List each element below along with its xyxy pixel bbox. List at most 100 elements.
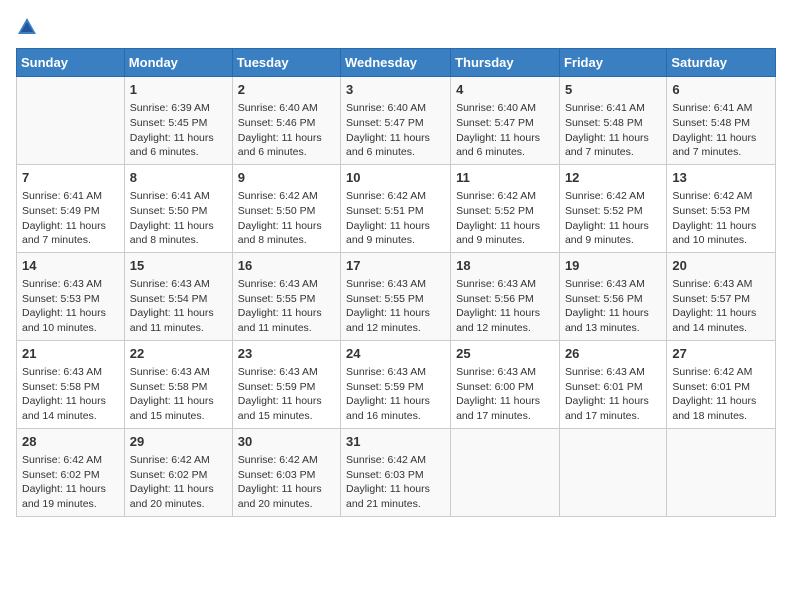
calendar-cell: 9 Sunrise: 6:42 AM Sunset: 5:50 PM Daylig… bbox=[232, 164, 340, 252]
day-number: 13 bbox=[672, 169, 770, 187]
weekday-header: Saturday bbox=[667, 49, 776, 77]
day-info: Sunrise: 6:42 AM Sunset: 6:02 PM Dayligh… bbox=[22, 453, 119, 512]
day-info: Sunrise: 6:40 AM Sunset: 5:46 PM Dayligh… bbox=[238, 101, 335, 160]
day-info: Sunrise: 6:42 AM Sunset: 5:53 PM Dayligh… bbox=[672, 189, 770, 248]
day-number: 14 bbox=[22, 257, 119, 275]
day-info: Sunrise: 6:43 AM Sunset: 5:57 PM Dayligh… bbox=[672, 277, 770, 336]
day-info: Sunrise: 6:43 AM Sunset: 5:53 PM Dayligh… bbox=[22, 277, 119, 336]
calendar-cell: 24 Sunrise: 6:43 AM Sunset: 5:59 PM Dayli… bbox=[341, 340, 451, 428]
page-header bbox=[16, 16, 776, 38]
day-number: 15 bbox=[130, 257, 227, 275]
weekday-header: Monday bbox=[124, 49, 232, 77]
day-number: 10 bbox=[346, 169, 445, 187]
day-number: 31 bbox=[346, 433, 445, 451]
calendar-week-row: 1 Sunrise: 6:39 AM Sunset: 5:45 PM Daylig… bbox=[17, 77, 776, 165]
day-info: Sunrise: 6:43 AM Sunset: 5:59 PM Dayligh… bbox=[238, 365, 335, 424]
day-info: Sunrise: 6:43 AM Sunset: 5:59 PM Dayligh… bbox=[346, 365, 445, 424]
day-info: Sunrise: 6:40 AM Sunset: 5:47 PM Dayligh… bbox=[346, 101, 445, 160]
calendar-cell: 29 Sunrise: 6:42 AM Sunset: 6:02 PM Dayli… bbox=[124, 428, 232, 516]
calendar-cell: 19 Sunrise: 6:43 AM Sunset: 5:56 PM Dayli… bbox=[559, 252, 666, 340]
calendar-cell: 30 Sunrise: 6:42 AM Sunset: 6:03 PM Dayli… bbox=[232, 428, 340, 516]
day-number: 2 bbox=[238, 81, 335, 99]
day-number: 25 bbox=[456, 345, 554, 363]
logo bbox=[16, 16, 40, 38]
day-info: Sunrise: 6:43 AM Sunset: 5:58 PM Dayligh… bbox=[130, 365, 227, 424]
calendar-cell bbox=[667, 428, 776, 516]
day-number: 11 bbox=[456, 169, 554, 187]
calendar-cell: 14 Sunrise: 6:43 AM Sunset: 5:53 PM Dayli… bbox=[17, 252, 125, 340]
calendar-cell bbox=[451, 428, 560, 516]
calendar-cell: 21 Sunrise: 6:43 AM Sunset: 5:58 PM Dayli… bbox=[17, 340, 125, 428]
day-number: 24 bbox=[346, 345, 445, 363]
day-number: 21 bbox=[22, 345, 119, 363]
calendar-cell: 27Sunrise: 6:42 AM Sunset: 6:01 PM Dayli… bbox=[667, 340, 776, 428]
calendar-cell bbox=[559, 428, 666, 516]
day-number: 16 bbox=[238, 257, 335, 275]
day-info: Sunrise: 6:41 AM Sunset: 5:50 PM Dayligh… bbox=[130, 189, 227, 248]
calendar-cell: 5Sunrise: 6:41 AM Sunset: 5:48 PM Daylig… bbox=[559, 77, 666, 165]
weekday-header: Thursday bbox=[451, 49, 560, 77]
calendar-cell: 7Sunrise: 6:41 AM Sunset: 5:49 PM Daylig… bbox=[17, 164, 125, 252]
calendar-cell: 15 Sunrise: 6:43 AM Sunset: 5:54 PM Dayli… bbox=[124, 252, 232, 340]
calendar-cell: 28 Sunrise: 6:42 AM Sunset: 6:02 PM Dayli… bbox=[17, 428, 125, 516]
calendar-week-row: 7Sunrise: 6:41 AM Sunset: 5:49 PM Daylig… bbox=[17, 164, 776, 252]
calendar-cell: 10 Sunrise: 6:42 AM Sunset: 5:51 PM Dayli… bbox=[341, 164, 451, 252]
day-number: 1 bbox=[130, 81, 227, 99]
day-info: Sunrise: 6:41 AM Sunset: 5:49 PM Dayligh… bbox=[22, 189, 119, 248]
day-number: 17 bbox=[346, 257, 445, 275]
calendar-cell: 12 Sunrise: 6:42 AM Sunset: 5:52 PM Dayli… bbox=[559, 164, 666, 252]
weekday-header: Friday bbox=[559, 49, 666, 77]
day-number: 22 bbox=[130, 345, 227, 363]
calendar-cell: 17 Sunrise: 6:43 AM Sunset: 5:55 PM Dayli… bbox=[341, 252, 451, 340]
day-info: Sunrise: 6:43 AM Sunset: 5:54 PM Dayligh… bbox=[130, 277, 227, 336]
day-number: 26 bbox=[565, 345, 661, 363]
day-info: Sunrise: 6:42 AM Sunset: 5:51 PM Dayligh… bbox=[346, 189, 445, 248]
day-info: Sunrise: 6:42 AM Sunset: 6:03 PM Dayligh… bbox=[238, 453, 335, 512]
calendar-cell: 6 Sunrise: 6:41 AM Sunset: 5:48 PM Daylig… bbox=[667, 77, 776, 165]
calendar-cell: 4Sunrise: 6:40 AM Sunset: 5:47 PM Daylig… bbox=[451, 77, 560, 165]
day-info: Sunrise: 6:42 AM Sunset: 5:52 PM Dayligh… bbox=[565, 189, 661, 248]
weekday-header: Tuesday bbox=[232, 49, 340, 77]
calendar-cell: 13 Sunrise: 6:42 AM Sunset: 5:53 PM Dayli… bbox=[667, 164, 776, 252]
day-number: 4 bbox=[456, 81, 554, 99]
day-number: 28 bbox=[22, 433, 119, 451]
weekday-row: SundayMondayTuesdayWednesdayThursdayFrid… bbox=[17, 49, 776, 77]
day-info: Sunrise: 6:43 AM Sunset: 6:00 PM Dayligh… bbox=[456, 365, 554, 424]
calendar-week-row: 21 Sunrise: 6:43 AM Sunset: 5:58 PM Dayli… bbox=[17, 340, 776, 428]
calendar-cell: 1 Sunrise: 6:39 AM Sunset: 5:45 PM Daylig… bbox=[124, 77, 232, 165]
day-number: 3 bbox=[346, 81, 445, 99]
calendar-week-row: 28 Sunrise: 6:42 AM Sunset: 6:02 PM Dayli… bbox=[17, 428, 776, 516]
calendar-body: 1 Sunrise: 6:39 AM Sunset: 5:45 PM Daylig… bbox=[17, 77, 776, 517]
day-number: 12 bbox=[565, 169, 661, 187]
day-info: Sunrise: 6:42 AM Sunset: 5:52 PM Dayligh… bbox=[456, 189, 554, 248]
day-number: 29 bbox=[130, 433, 227, 451]
day-info: Sunrise: 6:43 AM Sunset: 5:56 PM Dayligh… bbox=[456, 277, 554, 336]
calendar-cell: 20 Sunrise: 6:43 AM Sunset: 5:57 PM Dayli… bbox=[667, 252, 776, 340]
day-number: 9 bbox=[238, 169, 335, 187]
calendar-table: SundayMondayTuesdayWednesdayThursdayFrid… bbox=[16, 48, 776, 517]
day-number: 20 bbox=[672, 257, 770, 275]
day-number: 19 bbox=[565, 257, 661, 275]
day-number: 30 bbox=[238, 433, 335, 451]
calendar-cell: 8Sunrise: 6:41 AM Sunset: 5:50 PM Daylig… bbox=[124, 164, 232, 252]
day-info: Sunrise: 6:39 AM Sunset: 5:45 PM Dayligh… bbox=[130, 101, 227, 160]
weekday-header: Wednesday bbox=[341, 49, 451, 77]
day-info: Sunrise: 6:41 AM Sunset: 5:48 PM Dayligh… bbox=[672, 101, 770, 160]
calendar-cell: 31Sunrise: 6:42 AM Sunset: 6:03 PM Dayli… bbox=[341, 428, 451, 516]
day-number: 5 bbox=[565, 81, 661, 99]
day-info: Sunrise: 6:43 AM Sunset: 5:58 PM Dayligh… bbox=[22, 365, 119, 424]
day-number: 18 bbox=[456, 257, 554, 275]
day-info: Sunrise: 6:43 AM Sunset: 5:55 PM Dayligh… bbox=[346, 277, 445, 336]
calendar-cell: 16Sunrise: 6:43 AM Sunset: 5:55 PM Dayli… bbox=[232, 252, 340, 340]
day-info: Sunrise: 6:42 AM Sunset: 6:01 PM Dayligh… bbox=[672, 365, 770, 424]
weekday-header: Sunday bbox=[17, 49, 125, 77]
day-info: Sunrise: 6:42 AM Sunset: 5:50 PM Dayligh… bbox=[238, 189, 335, 248]
calendar-header: SundayMondayTuesdayWednesdayThursdayFrid… bbox=[17, 49, 776, 77]
calendar-cell: 2 Sunrise: 6:40 AM Sunset: 5:46 PM Daylig… bbox=[232, 77, 340, 165]
calendar-cell: 25 Sunrise: 6:43 AM Sunset: 6:00 PM Dayli… bbox=[451, 340, 560, 428]
day-number: 6 bbox=[672, 81, 770, 99]
calendar-cell: 23Sunrise: 6:43 AM Sunset: 5:59 PM Dayli… bbox=[232, 340, 340, 428]
day-info: Sunrise: 6:42 AM Sunset: 6:02 PM Dayligh… bbox=[130, 453, 227, 512]
calendar-cell: 18 Sunrise: 6:43 AM Sunset: 5:56 PM Dayli… bbox=[451, 252, 560, 340]
day-info: Sunrise: 6:43 AM Sunset: 5:56 PM Dayligh… bbox=[565, 277, 661, 336]
